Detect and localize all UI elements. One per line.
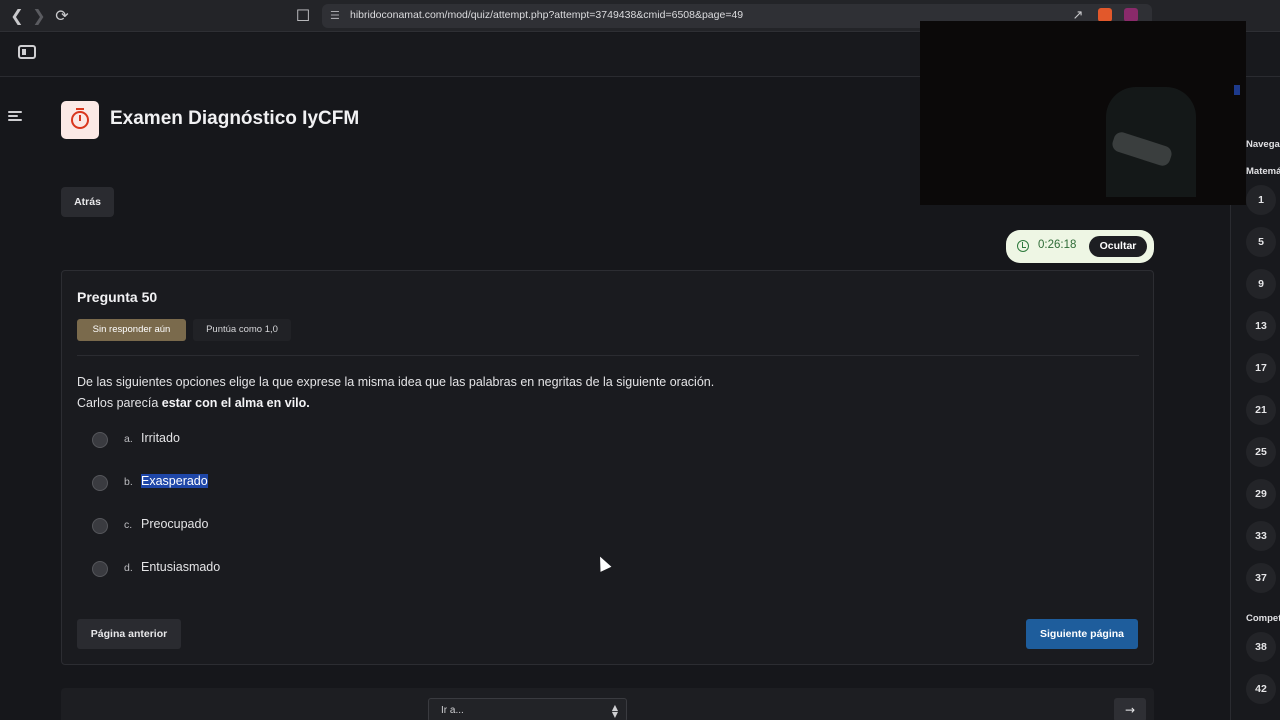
option-text[interactable]: Entusiasmado	[141, 560, 220, 574]
divider	[77, 355, 1139, 356]
drawer-icon[interactable]	[18, 45, 36, 59]
answer-option-d[interactable]: d. Entusiasmado	[92, 557, 492, 581]
nav-heading: Navega	[1246, 139, 1280, 150]
menu-icon[interactable]	[8, 111, 22, 123]
answer-option-b[interactable]: b. Exasperado	[92, 471, 492, 495]
previous-page-button[interactable]: Página anterior	[77, 619, 181, 649]
question-card: Pregunta 50 Sin responder aún Puntúa com…	[61, 270, 1154, 665]
answer-option-c[interactable]: c. Preocupado	[92, 514, 492, 538]
option-text[interactable]: Exasperado	[141, 474, 208, 488]
jump-select-value: Ir a...	[441, 705, 464, 716]
radio-c[interactable]	[92, 518, 108, 534]
option-text[interactable]: Irritado	[141, 431, 180, 445]
nav-section-2: Compet	[1246, 613, 1280, 624]
question-text: De las siguientes opciones elige la que …	[77, 372, 714, 414]
next-page-button[interactable]: Siguiente página	[1026, 619, 1138, 649]
quiz-timer: 0:26:18 Ocultar	[1006, 230, 1154, 263]
back-button[interactable]: Atrás	[61, 187, 114, 217]
nav-section-1: Matemá	[1246, 166, 1280, 177]
radio-b[interactable]	[92, 475, 108, 491]
nav-question-button[interactable]: 33	[1246, 521, 1276, 551]
answer-option-a[interactable]: a. Irritado	[92, 428, 492, 452]
nav-question-button[interactable]: 17	[1246, 353, 1276, 383]
nav-question-button[interactable]: 42	[1246, 674, 1276, 704]
sentence-bold: estar con el alma en vilo.	[161, 396, 310, 410]
timer-value: 0:26:18	[1038, 239, 1077, 251]
site-settings-icon[interactable]: ☰	[330, 10, 342, 22]
nav-question-button[interactable]: 9	[1246, 269, 1276, 299]
jump-to-bar: Ir a... ▲ ▼ →	[61, 688, 1154, 720]
nav-question-button[interactable]: 37	[1246, 563, 1276, 593]
nav-question-button[interactable]: 1	[1246, 185, 1276, 215]
stopwatch-icon	[61, 101, 99, 139]
brave-icon[interactable]	[1098, 8, 1112, 22]
clock-icon	[1017, 240, 1029, 252]
option-letter: b.	[124, 476, 133, 488]
status-badge: Sin responder aún	[77, 319, 186, 341]
rewards-icon[interactable]	[1124, 8, 1138, 22]
bookmark-icon[interactable]: ☐	[294, 7, 312, 25]
grade-badge: Puntúa como 1,0	[193, 319, 291, 341]
page-title: Examen Diagnóstico IyCFM	[110, 108, 360, 129]
option-letter: c.	[124, 519, 133, 531]
back-arrow-icon[interactable]: ❮	[8, 7, 26, 25]
webcam-overlay	[920, 21, 1246, 205]
radio-a[interactable]	[92, 432, 108, 448]
option-letter: a.	[124, 433, 133, 445]
nav-question-button[interactable]: 13	[1246, 311, 1276, 341]
radio-d[interactable]	[92, 561, 108, 577]
question-prompt: De las siguientes opciones elige la que …	[77, 375, 715, 389]
sentence-lead: Carlos parecía	[77, 396, 162, 410]
nav-question-button[interactable]: 25	[1246, 437, 1276, 467]
chevron-updown-icon: ▲ ▼	[611, 703, 618, 719]
nav-question-button[interactable]: 21	[1246, 395, 1276, 425]
forward-arrow-icon[interactable]: ❯	[30, 7, 48, 25]
arrow-right-icon[interactable]: →	[1114, 698, 1146, 720]
option-letter: d.	[124, 562, 133, 574]
nav-question-button[interactable]: 5	[1246, 227, 1276, 257]
url-text: hibridoconamat.com/mod/quiz/attempt.php?…	[350, 9, 744, 21]
option-text[interactable]: Preocupado	[141, 517, 208, 531]
question-sentence: Carlos parecía estar con el alma en vilo…	[77, 393, 714, 414]
hide-timer-button[interactable]: Ocultar	[1089, 236, 1147, 257]
jump-select[interactable]: Ir a... ▲ ▼	[428, 698, 627, 720]
question-number: Pregunta 50	[77, 289, 158, 305]
nav-question-button[interactable]: 38	[1246, 632, 1276, 662]
nav-question-button[interactable]: 29	[1246, 479, 1276, 509]
reload-icon[interactable]: ⟳	[53, 7, 71, 25]
